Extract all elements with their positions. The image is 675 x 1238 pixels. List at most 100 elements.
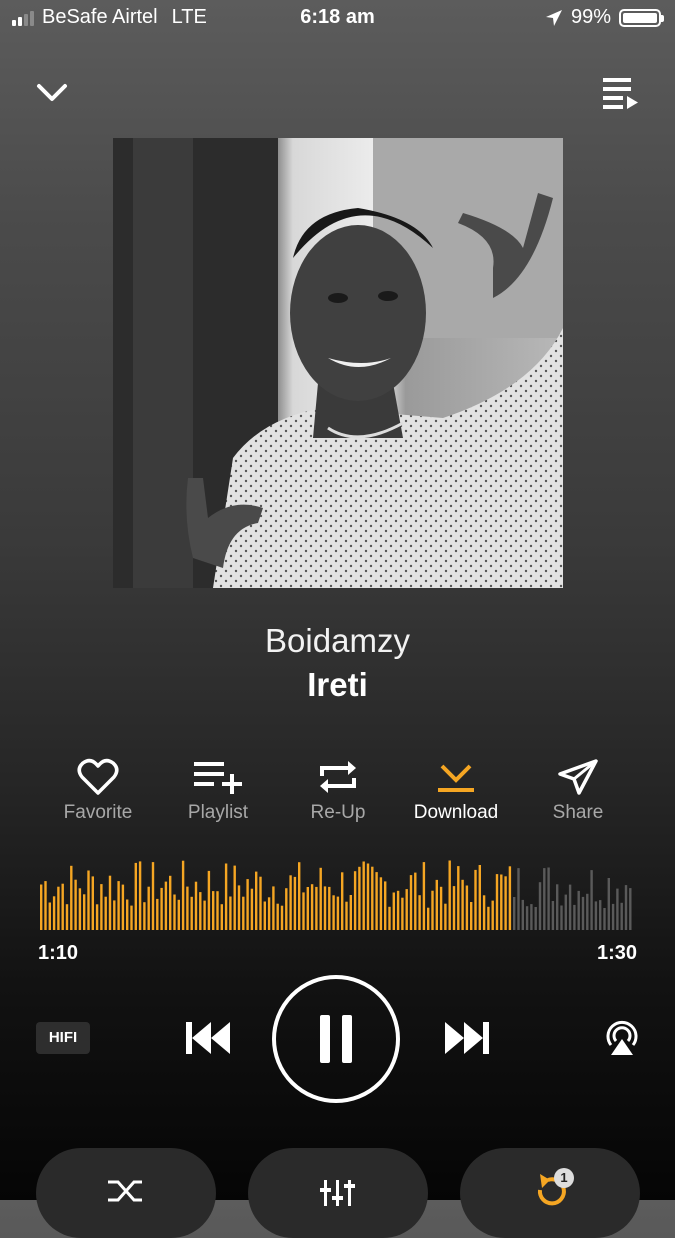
waveform-bar xyxy=(616,888,619,930)
waveform-bar xyxy=(594,901,598,930)
waveform-bar xyxy=(534,907,537,930)
favorite-button[interactable]: Favorite xyxy=(38,755,158,824)
artist-name[interactable]: Boidamzy xyxy=(0,622,675,660)
waveform-bar xyxy=(487,906,490,930)
waveform-bar xyxy=(44,881,47,930)
waveform-bar xyxy=(194,881,198,930)
waveform-bar xyxy=(581,896,585,930)
waveform-bar xyxy=(74,879,77,930)
waveform-bar xyxy=(345,901,348,930)
waveform-bar xyxy=(504,876,507,930)
waveform-bar xyxy=(422,862,426,930)
waveform-bar xyxy=(95,904,99,930)
waveform-bar xyxy=(272,886,275,930)
chevron-down-icon xyxy=(37,84,67,101)
waveform-bar xyxy=(461,879,464,930)
remaining-time: 1:30 xyxy=(596,942,637,964)
waveform-bar xyxy=(126,899,129,930)
queue-button[interactable] xyxy=(600,74,642,112)
pause-icon xyxy=(320,1015,352,1063)
waveform-bar xyxy=(375,872,378,930)
waveform-bar xyxy=(190,896,193,930)
repeat-button[interactable]: 1 xyxy=(460,1148,640,1238)
waveform-bar xyxy=(568,884,572,930)
waveform-bar xyxy=(482,895,486,930)
waveform-bar xyxy=(267,897,271,930)
waveform-bar xyxy=(138,861,142,930)
collapse-button[interactable] xyxy=(34,78,70,108)
waveform-bar xyxy=(353,871,357,930)
waveform-bar xyxy=(323,886,327,930)
equalizer-button[interactable] xyxy=(248,1148,428,1238)
waveform-bar xyxy=(573,904,576,930)
battery-icon xyxy=(619,8,664,27)
waveform-bar xyxy=(495,874,499,930)
waveform-bar xyxy=(306,887,309,930)
share-send-icon xyxy=(558,759,598,795)
waveform-bar xyxy=(379,877,383,930)
waveform-bar xyxy=(242,896,245,930)
waveform-bar xyxy=(328,886,331,930)
waveform-bar xyxy=(521,899,524,930)
pause-button[interactable] xyxy=(272,975,400,1103)
previous-button[interactable] xyxy=(184,1018,232,1058)
heart-icon xyxy=(77,758,119,795)
waveform-bar xyxy=(61,883,64,930)
waveform-bar xyxy=(203,900,206,930)
waveform-bar xyxy=(199,892,202,930)
next-button[interactable] xyxy=(443,1018,491,1058)
waveform-bar xyxy=(474,869,477,930)
airplay-button[interactable] xyxy=(603,1019,641,1057)
waveform-scrubber[interactable] xyxy=(40,856,636,930)
hifi-badge[interactable]: HIFI xyxy=(36,1022,90,1054)
waveform-bar xyxy=(212,891,215,930)
waveform-bar xyxy=(401,897,404,930)
waveform-bar xyxy=(465,885,469,930)
reup-button[interactable]: Re-Up xyxy=(278,755,398,824)
waveform-bar xyxy=(259,876,262,930)
album-art xyxy=(113,138,563,588)
download-icon xyxy=(438,764,474,792)
location-icon xyxy=(545,9,562,26)
reup-label: Re-Up xyxy=(310,802,366,823)
waveform-bar xyxy=(160,887,163,930)
waveform-bar xyxy=(388,906,391,930)
waveform-bar xyxy=(525,906,529,930)
waveform-bar xyxy=(491,900,494,930)
download-button[interactable]: Download xyxy=(396,755,516,824)
waveform-bar xyxy=(577,890,580,930)
waveform-bar xyxy=(543,868,546,930)
waveform-bar xyxy=(156,898,159,930)
waveform-bar xyxy=(121,884,125,930)
next-icon xyxy=(445,1022,489,1054)
waveform-bar xyxy=(538,882,542,930)
add-to-playlist-button[interactable]: Playlist xyxy=(158,755,278,824)
waveform-bar xyxy=(108,875,112,930)
status-right: 99% xyxy=(545,6,664,29)
waveform-bar xyxy=(164,881,168,930)
waveform-bar xyxy=(173,894,176,930)
waveform-bar xyxy=(151,862,155,930)
waveform-bar xyxy=(547,867,550,930)
favorite-label: Favorite xyxy=(63,802,133,823)
waveform-bar xyxy=(551,901,555,930)
waveform-bar xyxy=(319,867,322,930)
waveform-bar xyxy=(130,905,133,930)
waveform-bar xyxy=(100,884,103,930)
shuffle-button[interactable] xyxy=(36,1148,216,1238)
waveform-bar xyxy=(452,886,456,930)
waveform-bar xyxy=(143,902,146,930)
waveform-bar xyxy=(500,874,503,930)
waveform-bar xyxy=(276,903,279,930)
waveform-bar xyxy=(177,899,180,930)
waveform-bar xyxy=(147,886,150,930)
waveform-bar xyxy=(366,863,370,930)
waveform-bar xyxy=(560,905,563,930)
waveform-bar xyxy=(48,902,51,930)
waveform-bar xyxy=(629,888,632,930)
waveform-bar xyxy=(285,888,288,930)
share-button[interactable]: Share xyxy=(518,755,638,824)
download-label: Download xyxy=(413,802,499,823)
waveform-bar xyxy=(603,908,606,930)
waveform-bar xyxy=(87,870,90,930)
